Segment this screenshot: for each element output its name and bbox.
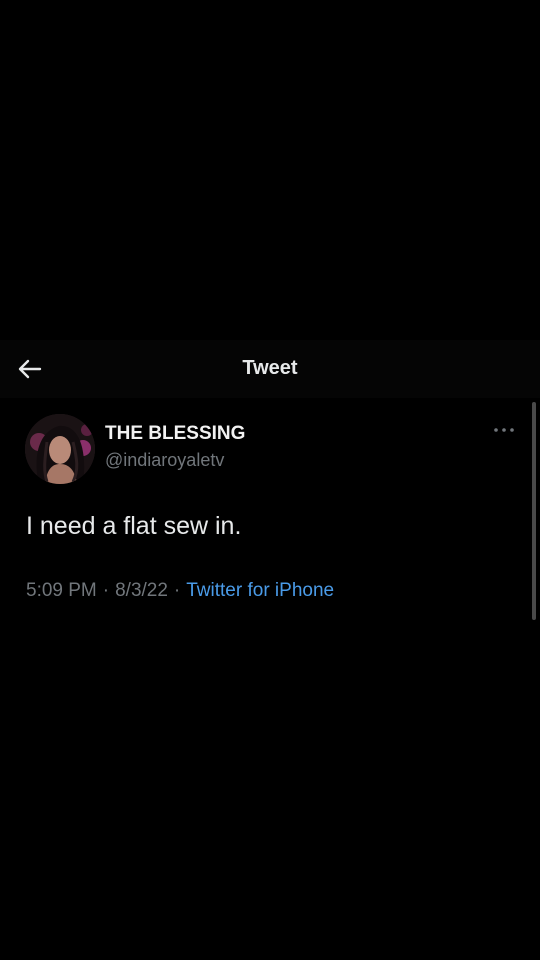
scrollbar[interactable]	[532, 402, 536, 620]
meta-separator: ·	[102, 580, 110, 601]
page-title: Tweet	[242, 357, 298, 379]
author-display-name[interactable]: THE BLESSING	[105, 423, 245, 445]
avatar[interactable]	[25, 414, 95, 484]
more-options-button[interactable]	[490, 422, 518, 438]
tweet-source-link[interactable]: Twitter for iPhone	[186, 580, 334, 601]
top-bar: Tweet	[0, 340, 540, 398]
profile-photo-icon	[25, 414, 95, 484]
tweet-time: 5:09 PM	[26, 580, 97, 601]
tweet-text: I need a flat sew in.	[26, 512, 242, 540]
author-handle[interactable]: @indiaroyaletv	[105, 450, 224, 471]
tweet-metadata: 5:09 PM · 8/3/22 · Twitter for iPhone	[26, 580, 334, 602]
meta-separator: ·	[173, 580, 181, 601]
more-horizontal-icon	[494, 428, 514, 432]
tweet-detail: THE BLESSING @indiaroyaletv I need a fla…	[0, 398, 540, 628]
tweet-date: 8/3/22	[115, 580, 168, 601]
